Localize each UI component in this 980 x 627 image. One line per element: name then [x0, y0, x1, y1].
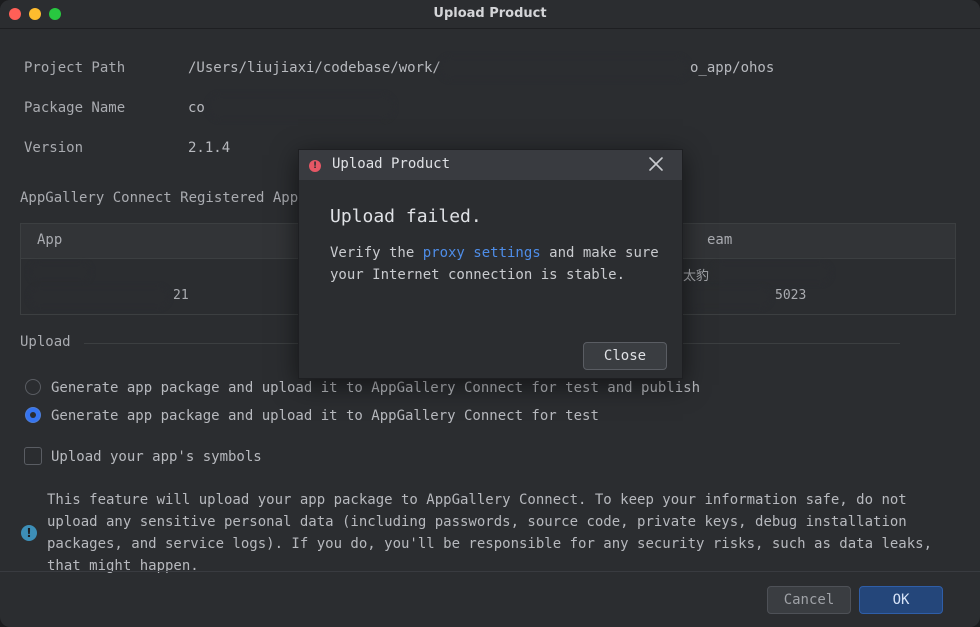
redacted-cell [29, 262, 91, 282]
option-test-and-publish-label[interactable]: Generate app package and upload it to Ap… [51, 380, 700, 396]
dialog-message: Verify the proxy settings and make sure … [330, 242, 660, 286]
dialog-header: ! Upload Product [299, 150, 682, 181]
upload-section-title: Upload [20, 334, 71, 350]
package-name-value: co [188, 100, 205, 116]
redacted-package [208, 94, 394, 120]
column-app: App [37, 232, 63, 248]
upload-product-window: Upload Product Project Path /Users/liuji… [0, 0, 980, 627]
radio-test[interactable] [25, 407, 41, 423]
redacted-cell [711, 262, 831, 284]
message-text: Verify the [330, 245, 423, 261]
title-bar: Upload Product [0, 0, 980, 29]
info-icon: ! [21, 525, 37, 541]
cancel-button[interactable]: Cancel [767, 586, 851, 614]
registered-app-title: AppGallery Connect Registered App [20, 190, 299, 206]
redacted-path [439, 56, 689, 80]
error-icon: ! [309, 160, 321, 172]
version-label: Version [24, 140, 84, 156]
table-cell: 21 [173, 288, 189, 303]
notice-line: that might happen. [47, 558, 199, 574]
project-path-suffix: o_app/ohos [690, 60, 775, 76]
table-cell: 太豹 [683, 269, 710, 284]
ok-button[interactable]: OK [859, 586, 943, 614]
option-test-label[interactable]: Generate app package and upload it to Ap… [51, 408, 599, 424]
upload-failed-dialog: ! Upload Product Upload failed. Verify t… [298, 149, 683, 379]
dialog-heading: Upload failed. [330, 206, 482, 227]
upload-symbols-checkbox[interactable] [24, 447, 42, 465]
column-team: eam [707, 232, 733, 248]
project-path-label: Project Path [24, 60, 126, 76]
redacted-cell [683, 286, 771, 308]
redacted-cell [29, 286, 169, 308]
security-notice: This feature will upload your app packag… [47, 489, 957, 577]
dialog-title: Upload Product [332, 156, 451, 172]
version-value: 2.1.4 [188, 140, 231, 156]
notice-line: This feature will upload your app packag… [47, 492, 907, 508]
project-path-prefix: /Users/liujiaxi/codebase/work/ [188, 60, 441, 76]
close-icon[interactable] [648, 156, 664, 172]
notice-line: packages, and service logs). If you do, … [47, 536, 933, 552]
window-title: Upload Product [433, 6, 547, 21]
upload-symbols-label[interactable]: Upload your app's symbols [51, 449, 262, 465]
notice-line: upload any sensitive personal data (incl… [47, 514, 907, 530]
package-name-label: Package Name [24, 100, 126, 116]
table-cell: 5023 [775, 288, 807, 303]
radio-test-and-publish[interactable] [25, 379, 41, 395]
footer-separator [0, 571, 980, 572]
close-button[interactable]: Close [583, 342, 667, 370]
proxy-settings-link[interactable]: proxy settings [423, 245, 541, 261]
